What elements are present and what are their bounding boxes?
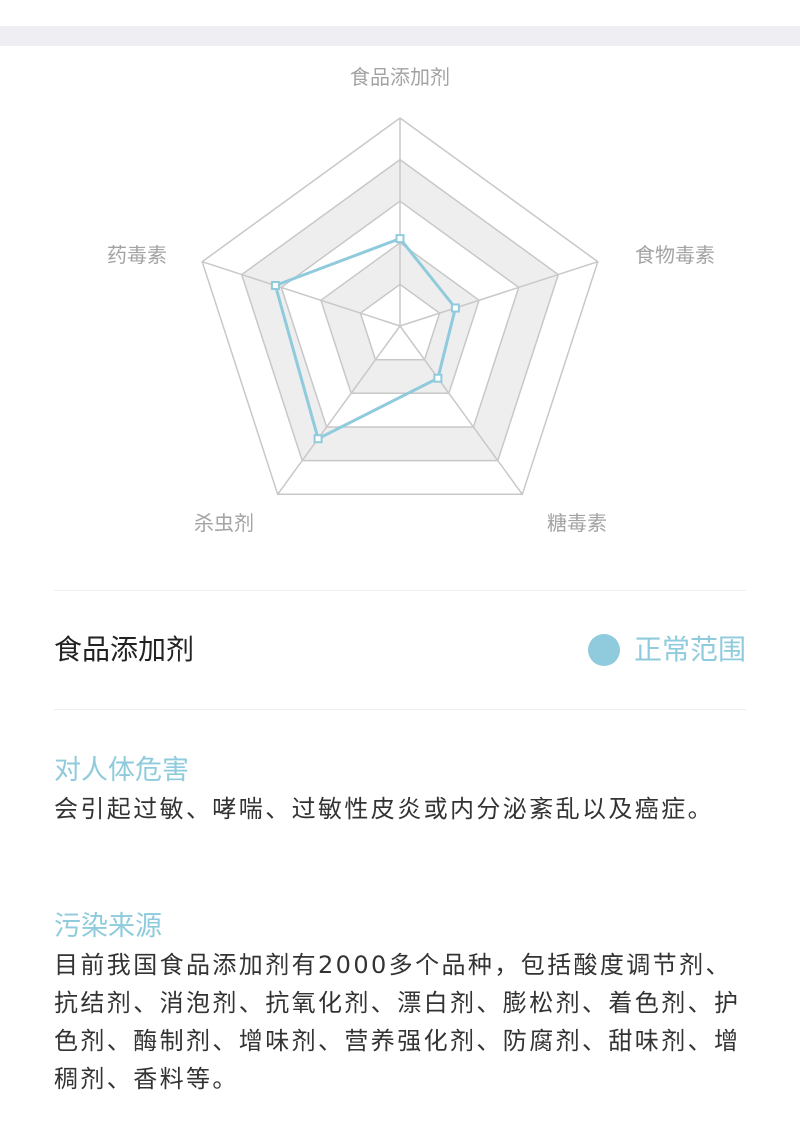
source-body: 目前我国食品添加剂有2000多个品种，包括酸度调节剂、抗结剂、消泡剂、抗氧化剂、… — [54, 951, 741, 1093]
divider — [54, 709, 746, 710]
status-indicator: 正常范围 — [587, 630, 746, 670]
source-heading: 污染来源 — [54, 911, 162, 942]
detail-row[interactable]: 食品添加剂 正常范围 — [54, 620, 746, 680]
hazard-body: 会引起过敏、哮喘、过敏性皮炎或内分泌紊乱以及癌症。 — [54, 795, 714, 823]
radar-grid — [201, 117, 599, 496]
radar-point — [450, 303, 460, 313]
radar-axis-label: 药毒素 — [107, 243, 167, 267]
radar-point — [270, 281, 280, 290]
top-band — [0, 26, 800, 46]
hazard-heading: 对人体危害 — [54, 755, 189, 786]
radar-point — [433, 373, 443, 383]
circle-dot-icon — [587, 634, 620, 666]
radar-point — [395, 234, 405, 244]
detail-title: 食品添加剂 — [54, 633, 195, 666]
status-label: 正常范围 — [633, 633, 746, 666]
radar-chart: 食品添加剂食物毒素糖毒素 杀虫剂 药毒素 — [107, 65, 715, 535]
radar-point — [313, 434, 323, 444]
radar-axis-label: 食物毒素 — [635, 243, 715, 267]
radar-axis-label: 糖毒素 — [547, 511, 607, 535]
divider — [54, 590, 746, 591]
radar-axis-label: 食品添加剂 — [350, 65, 450, 89]
radar-axis-label: 杀虫剂 — [194, 511, 254, 535]
